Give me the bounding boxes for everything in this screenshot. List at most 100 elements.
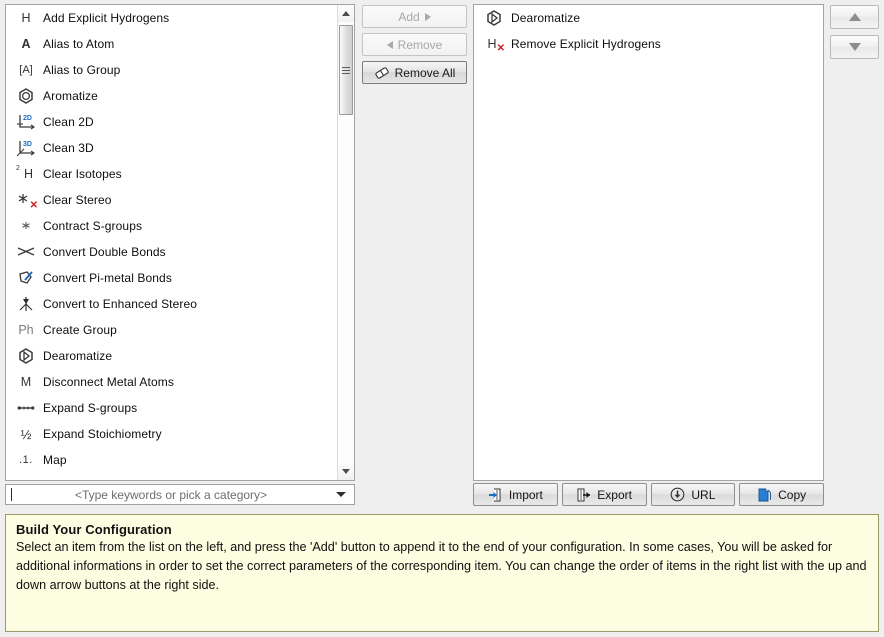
export-button-label: Export bbox=[597, 487, 632, 502]
list-item-label: Clear Isotopes bbox=[43, 167, 122, 181]
add-button-label: Add bbox=[398, 9, 420, 24]
export-button[interactable]: Export bbox=[561, 483, 647, 506]
contract-sgroup-icon bbox=[14, 216, 38, 236]
available-list-item[interactable]: A Alias to Atom bbox=[6, 31, 338, 57]
available-list-item[interactable]: Contract S-groups bbox=[6, 213, 338, 239]
arrow-down-icon bbox=[848, 43, 861, 51]
available-list-item[interactable]: ½ Expand Stoichiometry bbox=[6, 421, 338, 447]
available-list-item[interactable]: Aromatize bbox=[6, 83, 338, 109]
available-list-item[interactable]: H Add Explicit Hydrogens bbox=[6, 5, 338, 31]
export-icon bbox=[576, 488, 591, 502]
axes-2d-icon: 2D bbox=[14, 112, 38, 132]
remove-all-button-label: Remove All bbox=[394, 65, 456, 80]
scroll-up-button[interactable] bbox=[338, 5, 354, 22]
list-item-label: Aromatize bbox=[43, 89, 98, 103]
remove-button-label: Remove bbox=[397, 37, 443, 52]
help-title: Build Your Configuration bbox=[16, 522, 172, 537]
remove-all-button[interactable]: Remove All bbox=[362, 61, 467, 84]
configuration-items-list[interactable]: Dearomatize H ✕ Remove Explicit Hydrogens bbox=[473, 4, 824, 481]
isotope-h-icon: 2H bbox=[16, 165, 34, 181]
svg-text:3D: 3D bbox=[23, 141, 32, 148]
url-button[interactable]: URL bbox=[650, 483, 736, 506]
help-info-panel: Build Your Configuration Select an item … bbox=[5, 514, 879, 632]
available-list-item[interactable]: 2 H Clear Isotopes bbox=[6, 161, 338, 187]
available-list-item[interactable]: Dearomatize bbox=[6, 343, 338, 369]
atom-letter-a-icon: A bbox=[21, 37, 31, 51]
dearomatize-ring-icon bbox=[482, 8, 506, 28]
scroll-up-arrow-icon bbox=[342, 11, 350, 16]
available-items-scroll-area: H Add Explicit Hydrogens A Alias to Atom [A]… bbox=[6, 5, 338, 480]
pi-metal-bond-icon bbox=[14, 268, 38, 288]
available-list-item[interactable]: ✕ Clear Stereo bbox=[6, 187, 338, 213]
available-list-item[interactable]: Ph Create Group bbox=[6, 317, 338, 343]
available-list-item[interactable]: Convert Double Bonds bbox=[6, 239, 338, 265]
remove-hydrogens-icon: H ✕ bbox=[487, 37, 505, 54]
list-item-label: Contract S-groups bbox=[43, 219, 143, 233]
import-button[interactable]: Import bbox=[473, 483, 558, 506]
filter-placeholder-text: <Type keywords or pick a category> bbox=[74, 487, 268, 502]
list-item-label: Disconnect Metal Atoms bbox=[43, 375, 174, 389]
list-item-label: Clean 2D bbox=[43, 115, 94, 129]
configuration-list-item[interactable]: H ✕ Remove Explicit Hydrogens bbox=[474, 31, 823, 57]
list-item-label: Alias to Group bbox=[43, 63, 121, 77]
list-item-label: Dearomatize bbox=[511, 11, 581, 25]
available-list-item[interactable]: 3D Clean 3D bbox=[6, 135, 338, 161]
svg-text:2D: 2D bbox=[23, 115, 32, 122]
aromatic-ring-icon bbox=[14, 86, 38, 106]
remove-button[interactable]: Remove bbox=[362, 33, 467, 56]
dearomatize-ring-icon bbox=[14, 346, 38, 366]
scrollbar-thumb[interactable] bbox=[339, 25, 353, 115]
arrow-up-icon bbox=[848, 13, 861, 21]
list-item-label: Clear Stereo bbox=[43, 193, 112, 207]
move-up-button[interactable] bbox=[830, 5, 879, 29]
available-list-item[interactable]: 2D Clean 2D bbox=[6, 109, 338, 135]
transfer-button-group: Add Remove Remove All bbox=[362, 5, 467, 89]
list-item-label: Convert Double Bonds bbox=[43, 245, 166, 259]
arrow-left-icon bbox=[386, 40, 393, 49]
list-item-label: Expand Stoichiometry bbox=[43, 427, 162, 441]
list-item-label: Expand S-groups bbox=[43, 401, 138, 415]
hydrogen-letter-icon: H bbox=[21, 11, 31, 25]
filter-combobox[interactable]: <Type keywords or pick a category> bbox=[5, 484, 355, 505]
arrow-right-icon bbox=[424, 12, 431, 21]
scroll-down-arrow-icon bbox=[342, 469, 350, 474]
expand-sgroup-icon bbox=[14, 398, 38, 418]
move-down-button[interactable] bbox=[830, 35, 879, 59]
list-item-label: Alias to Atom bbox=[43, 37, 115, 51]
import-icon bbox=[488, 488, 503, 502]
available-items-scrollbar[interactable] bbox=[337, 5, 354, 480]
help-body: Select an item from the list on the left… bbox=[16, 540, 867, 592]
one-half-fraction-icon: ½ bbox=[20, 426, 32, 442]
phenyl-group-icon: Ph bbox=[18, 323, 34, 337]
enhanced-stereo-icon bbox=[14, 294, 38, 314]
bracketed-a-icon: [A] bbox=[19, 64, 33, 76]
copy-button-label: Copy bbox=[778, 487, 807, 502]
axes-3d-icon: 3D bbox=[14, 138, 38, 158]
eraser-icon bbox=[374, 66, 390, 80]
available-list-item[interactable]: [A] Alias to Group bbox=[6, 57, 338, 83]
url-download-icon bbox=[670, 487, 685, 502]
list-item-label: Convert Pi-metal Bonds bbox=[43, 271, 172, 285]
scrollbar-grip-icon bbox=[342, 65, 350, 76]
available-list-item[interactable]: M Disconnect Metal Atoms bbox=[6, 369, 338, 395]
configuration-list-item[interactable]: Dearomatize bbox=[474, 5, 823, 31]
scroll-down-button[interactable] bbox=[338, 463, 354, 480]
available-list-item[interactable]: Convert to Enhanced Stereo bbox=[6, 291, 338, 317]
reorder-button-group bbox=[830, 5, 879, 65]
add-button[interactable]: Add bbox=[362, 5, 467, 28]
available-items-list[interactable]: H Add Explicit Hydrogens A Alias to Atom [A]… bbox=[5, 4, 355, 481]
available-list-item[interactable]: Expand S-groups bbox=[6, 395, 338, 421]
configuration-builder-window: H Add Explicit Hydrogens A Alias to Atom [A]… bbox=[0, 0, 884, 637]
double-bond-cross-icon bbox=[14, 242, 38, 262]
list-item-label: Clean 3D bbox=[43, 141, 94, 155]
copy-button[interactable]: Copy bbox=[739, 483, 824, 506]
list-item-label: Create Group bbox=[43, 323, 117, 337]
metal-letter-m-icon: M bbox=[20, 375, 32, 389]
available-list-item[interactable]: Convert Pi-metal Bonds bbox=[6, 265, 338, 291]
io-button-group: Import Export URL Copy bbox=[473, 483, 824, 506]
list-item-label: Add Explicit Hydrogens bbox=[43, 11, 170, 25]
available-list-item[interactable]: .1. Map bbox=[6, 447, 338, 473]
chevron-down-icon[interactable] bbox=[336, 492, 346, 497]
map-numbering-icon: .1. bbox=[19, 454, 33, 466]
import-button-label: Import bbox=[508, 487, 543, 502]
